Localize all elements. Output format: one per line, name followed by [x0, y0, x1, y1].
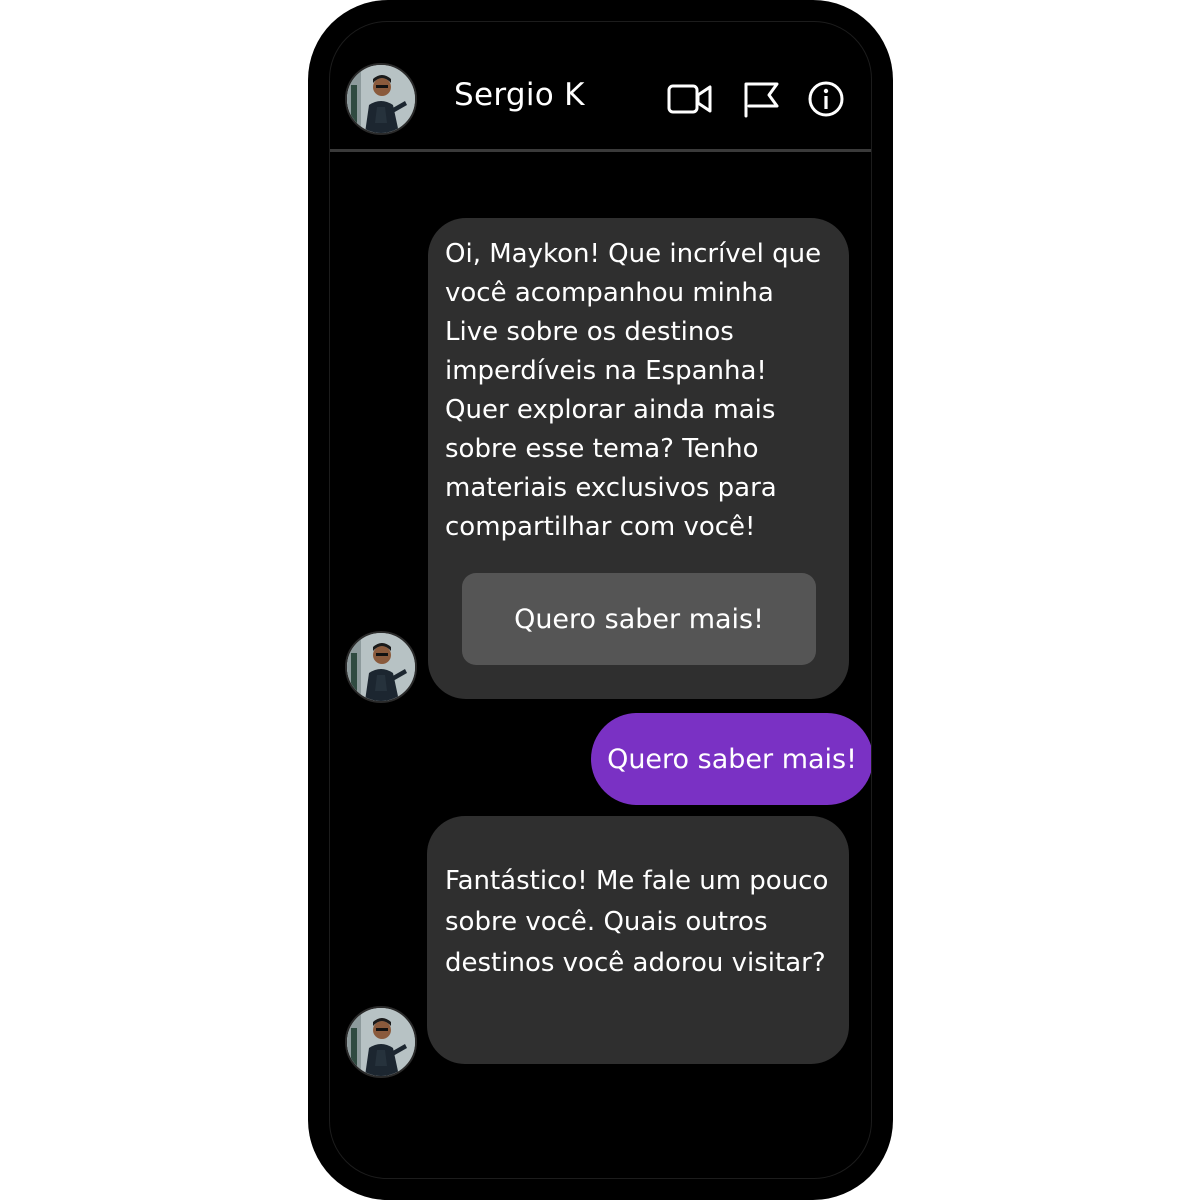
user-message-bubble: Quero saber mais!: [591, 713, 871, 805]
header-divider: [330, 149, 871, 152]
info-icon: [808, 81, 844, 117]
contact-message-bubble: Oi, Maykon! Que incrível que você acompa…: [428, 218, 849, 699]
video-camera-icon: [667, 84, 712, 114]
message-text: Fantástico! Me fale um pouco sobre você.…: [445, 866, 829, 978]
video-call-button[interactable]: [666, 77, 714, 121]
chat-screen: Sergio K Oi, Maykon! Que incrível que vo…: [329, 21, 872, 1179]
contact-avatar[interactable]: [345, 63, 417, 135]
report-flag-button[interactable]: [737, 77, 785, 121]
flag-icon: [744, 82, 779, 118]
avatar-photo-icon: [347, 1008, 415, 1076]
avatar-photo-icon: [347, 65, 415, 133]
avatar-photo-icon: [347, 633, 415, 701]
contact-avatar: [345, 631, 417, 703]
message-text: Oi, Maykon! Que incrível que você acompa…: [445, 239, 822, 542]
quick-reply-button[interactable]: Quero saber mais!: [462, 573, 816, 665]
chat-header: Sergio K: [330, 22, 871, 152]
info-button[interactable]: [802, 77, 850, 121]
contact-name[interactable]: Sergio K: [454, 77, 585, 113]
contact-avatar: [345, 1006, 417, 1078]
phone-frame: Sergio K Oi, Maykon! Que incrível que vo…: [308, 0, 893, 1200]
contact-message-bubble: Fantástico! Me fale um pouco sobre você.…: [427, 816, 849, 1064]
